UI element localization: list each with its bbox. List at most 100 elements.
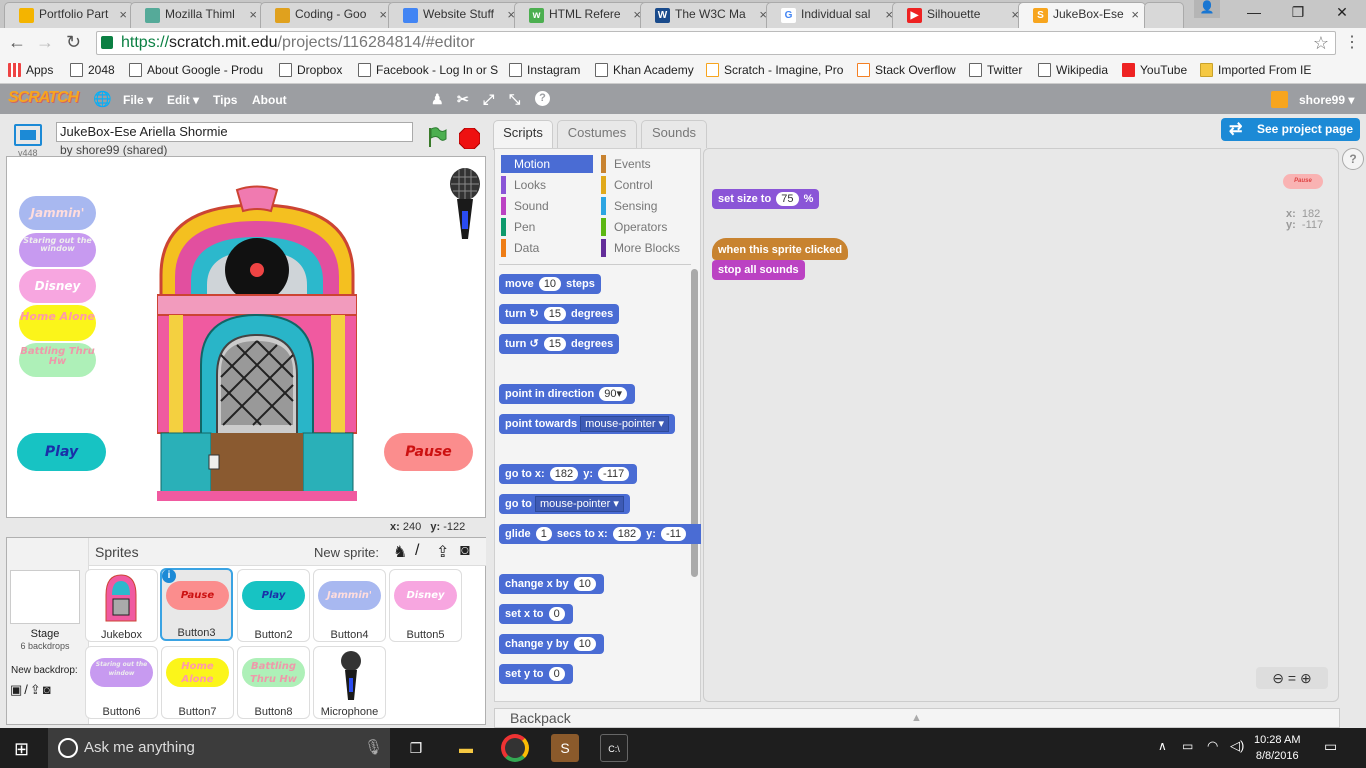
reload-icon[interactable]: ↻ <box>66 32 81 53</box>
block-glide[interactable]: glide 1 secs to x: 182 y: -11 <box>499 524 701 544</box>
script-area[interactable]: set size to 75 % when this sprite clicke… <box>703 148 1339 702</box>
new-tab-button[interactable] <box>1144 2 1184 28</box>
minimize-icon[interactable]: — <box>1232 0 1276 26</box>
star-icon[interactable]: ☆ <box>1313 32 1329 54</box>
bookmark-item[interactable]: 2048 <box>70 63 115 77</box>
sprite-card-jukebox[interactable]: Jukebox <box>85 569 158 642</box>
tab-scripts[interactable]: Scripts <box>493 120 553 150</box>
bookmark-item[interactable]: YouTube <box>1122 63 1187 77</box>
paint-brush-icon[interactable]: / <box>415 542 419 560</box>
button-battling[interactable]: Battling Thru Hw <box>19 343 96 377</box>
restore-icon[interactable]: ❐ <box>1276 0 1320 26</box>
cortana-search[interactable]: Ask me anything 🎙 <box>48 728 390 768</box>
project-title-input[interactable]: JukeBox-Ese Ariella Shormie <box>56 122 413 142</box>
sublime-icon[interactable]: S <box>551 734 579 762</box>
button-jammin[interactable]: Jammin' <box>19 196 96 230</box>
close-icon[interactable]: × <box>1131 7 1139 22</box>
category-motion[interactable]: Motion <box>501 155 593 173</box>
user-menu[interactable]: shore99 ▾ <box>1299 93 1354 107</box>
wifi-icon[interactable]: ◠ <box>1207 738 1218 754</box>
browser-tab[interactable]: ▶ Silhouette × <box>892 2 1026 28</box>
bookmark-item[interactable]: Facebook - Log In or S <box>358 63 498 77</box>
browser-tab[interactable]: Portfolio Part × <box>4 2 134 28</box>
zoom-reset-icon[interactable]: = <box>1288 670 1296 686</box>
sprite-card-button6[interactable]: Staring out the window Button6 <box>85 646 158 719</box>
sprite-card-button4[interactable]: Jammin' Button4 <box>313 569 386 642</box>
block-point-towards[interactable]: point towards mouse-pointer ▾ <box>499 414 676 434</box>
camera-icon[interactable]: ◙ <box>460 542 470 560</box>
category-pen[interactable]: Pen <box>501 218 593 236</box>
block-point-in-direction[interactable]: point in direction 90▾ <box>499 384 636 404</box>
see-project-page-button[interactable]: ⇄ See project page <box>1221 118 1360 141</box>
block-change-x[interactable]: change x by 10 <box>499 574 604 594</box>
green-flag-icon[interactable] <box>427 126 447 148</box>
browser-tab[interactable]: Website Stuff × <box>388 2 522 28</box>
browser-tab[interactable]: w HTML Refere × <box>514 2 648 28</box>
backpack[interactable]: Backpack ▲ <box>494 708 1340 728</box>
avatar[interactable] <box>1271 91 1288 108</box>
cut-icon[interactable]: ✂ <box>457 91 469 108</box>
block-go-to[interactable]: go to mouse-pointer ▾ <box>499 494 630 514</box>
sprite-card-button2[interactable]: Play Button2 <box>237 569 310 642</box>
category-data[interactable]: Data <box>501 239 593 257</box>
block-change-y[interactable]: change y by 10 <box>499 634 604 654</box>
sprite-card-button8[interactable]: Battling Thru Hw Button8 <box>237 646 310 719</box>
notifications-icon[interactable]: ▭ <box>1324 738 1337 755</box>
close-icon[interactable]: × <box>249 7 257 22</box>
file-explorer-icon[interactable]: ▬ <box>452 734 480 762</box>
block-turn-left[interactable]: turn ↺ 15 degrees <box>499 334 620 354</box>
tab-costumes[interactable]: Costumes <box>557 120 637 148</box>
script-hat-when-clicked[interactable]: when this sprite clicked <box>712 238 849 260</box>
button-pause[interactable]: Pause <box>384 433 473 471</box>
bookmark-item[interactable]: Wikipedia <box>1038 63 1108 77</box>
microphone-icon[interactable]: 🎙 <box>364 728 383 768</box>
browser-tab[interactable]: G Individual sal × <box>766 2 900 28</box>
button-home-alone[interactable]: Home Alone <box>19 305 96 341</box>
block-move[interactable]: move 10 steps <box>499 274 601 294</box>
bookmark-apps[interactable]: Apps <box>8 63 53 77</box>
image-icon[interactable]: ▣ <box>10 682 24 697</box>
close-window-icon[interactable]: ✕ <box>1320 0 1364 26</box>
camera-icon[interactable]: ◙ <box>43 682 53 697</box>
help-icon[interactable]: ? <box>535 91 550 106</box>
clock[interactable]: 10:28 AM 8/8/2016 <box>1254 732 1300 764</box>
button-play[interactable]: Play <box>17 433 106 471</box>
bookmark-folder[interactable]: Imported From IE <box>1200 63 1311 77</box>
zoom-in-icon[interactable]: ⊕ <box>1300 670 1312 686</box>
tab-sounds[interactable]: Sounds <box>641 120 707 148</box>
script-block-stop-sounds[interactable]: stop all sounds <box>712 260 805 280</box>
bookmark-item[interactable]: Twitter <box>969 63 1022 77</box>
globe-icon[interactable]: 🌐 <box>93 90 112 108</box>
zoom-out-icon[interactable]: ⊖ <box>1272 670 1284 686</box>
menu-edit[interactable]: Edit ▾ <box>167 93 199 107</box>
tray-chevron-icon[interactable]: ∧ <box>1158 739 1167 753</box>
scratch-logo[interactable]: SCRATCH <box>8 89 79 107</box>
browser-tab[interactable]: Coding - Goo × <box>260 2 394 28</box>
volume-icon[interactable]: ◁) <box>1230 738 1244 754</box>
bookmark-item[interactable]: About Google - Produ <box>129 63 263 77</box>
bookmark-item[interactable]: Khan Academy <box>595 63 694 77</box>
terminal-icon[interactable]: C:\ <box>600 734 628 762</box>
category-control[interactable]: Control <box>601 176 693 194</box>
bookmark-item[interactable]: Stack Overflow <box>857 63 956 77</box>
help-icon[interactable]: ? <box>1342 148 1364 170</box>
bookmark-item[interactable]: Scratch - Imagine, Pro <box>706 63 843 77</box>
menu-icon[interactable]: ⋮ <box>1344 32 1360 52</box>
menu-about[interactable]: About <box>252 93 287 107</box>
info-icon[interactable]: i <box>162 569 176 583</box>
browser-tab-active[interactable]: S JukeBox-Ese × <box>1018 2 1146 28</box>
user-profile-icon[interactable]: 👤 <box>1194 0 1220 18</box>
jukebox-sprite[interactable] <box>157 185 357 501</box>
close-icon[interactable]: × <box>119 7 127 22</box>
bookmark-item[interactable]: Dropbox <box>279 63 342 77</box>
menu-tips[interactable]: Tips <box>213 93 237 107</box>
sprite-card-button7[interactable]: Home Alone Button7 <box>161 646 234 719</box>
category-operators[interactable]: Operators <box>601 218 693 236</box>
close-icon[interactable]: × <box>379 7 387 22</box>
browser-tab[interactable]: Mozilla Thiml × <box>130 2 264 28</box>
category-looks[interactable]: Looks <box>501 176 593 194</box>
sprite-card-button5[interactable]: Disney Button5 <box>389 569 462 642</box>
shrink-icon[interactable]: ⤡ <box>509 91 520 108</box>
script-block-set-size[interactable]: set size to 75 % <box>712 189 820 209</box>
sprite-library-icon[interactable]: ♞ <box>393 542 407 562</box>
